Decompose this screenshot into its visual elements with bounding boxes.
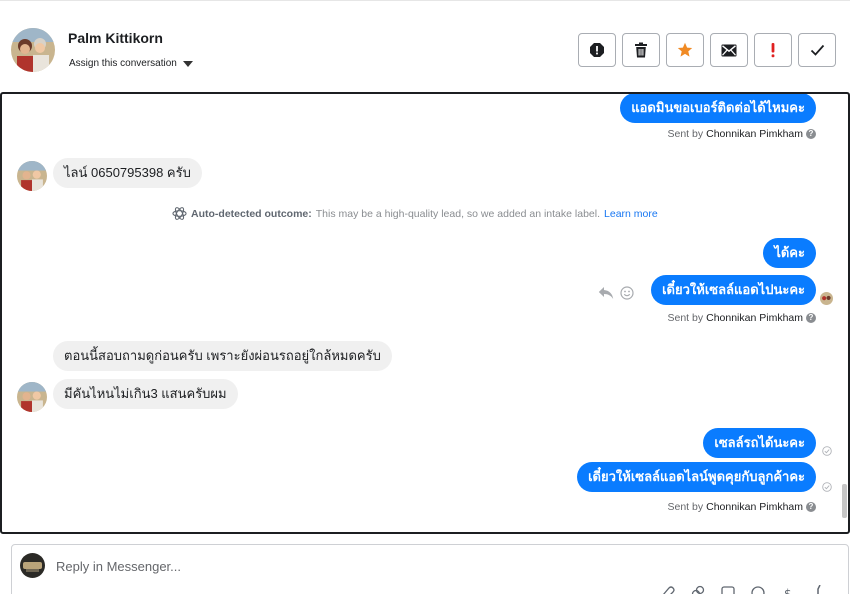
sent-by-label: Sent by Chonnikan Pimkham ? xyxy=(667,312,816,324)
inbox-app: Palm Kittikorn Assign this conversation xyxy=(0,0,850,594)
link-icon[interactable] xyxy=(690,585,706,594)
star-icon xyxy=(677,42,693,57)
seen-avatar xyxy=(820,292,833,305)
notice-body: This may be a high-quality lead, so we a… xyxy=(315,207,601,220)
notice-title: Auto-detected outcome: xyxy=(191,207,312,220)
message-thread[interactable]: แอดมินขอเบอร์ติดต่อได้ไหมคะ Sent by Chon… xyxy=(0,92,850,534)
message-hover-actions xyxy=(598,286,634,300)
star-button[interactable] xyxy=(666,33,704,67)
mark-done-button[interactable] xyxy=(798,33,836,67)
incoming-message[interactable]: ไลน์ 0650795398 ครับ xyxy=(53,158,202,188)
contact-avatar-small[interactable] xyxy=(17,161,47,191)
conversation-actions xyxy=(578,33,836,67)
atom-icon xyxy=(172,207,187,220)
reply-icon[interactable] xyxy=(598,286,614,300)
sender-name[interactable]: Chonnikan Pimkham xyxy=(706,128,803,140)
sent-by-prefix: Sent by xyxy=(667,501,704,513)
learn-more-link[interactable]: Learn more xyxy=(604,208,658,220)
assign-label: Assign this conversation xyxy=(69,58,177,69)
help-icon[interactable]: ? xyxy=(806,129,816,139)
assign-conversation-dropdown[interactable]: Assign this conversation xyxy=(69,58,193,69)
mark-spam-button[interactable] xyxy=(578,33,616,67)
reply-box[interactable]: $ xyxy=(11,544,849,594)
reply-toolbar: $ xyxy=(660,585,826,594)
sender-name[interactable]: Chonnikan Pimkham xyxy=(706,312,803,324)
incoming-message[interactable]: มีคันไหนไม่เกิน3 แสนครับผม xyxy=(53,379,238,409)
sent-by-prefix: Sent by xyxy=(667,128,704,140)
emoji-icon[interactable] xyxy=(620,286,634,300)
emoji-icon[interactable] xyxy=(750,585,766,594)
scroll-thumb[interactable] xyxy=(842,484,847,518)
sent-by-prefix: Sent by xyxy=(667,312,704,324)
outgoing-message[interactable]: แอดมินขอเบอร์ติดต่อได้ไหมคะ xyxy=(620,94,816,123)
reply-input[interactable] xyxy=(56,559,656,574)
outgoing-message[interactable]: เดี๋ยวให้เซลล์แอดไปนะคะ xyxy=(651,275,816,305)
thread-scrollbar[interactable] xyxy=(839,94,848,532)
check-icon xyxy=(810,44,824,56)
spam-icon xyxy=(590,43,604,57)
delete-button[interactable] xyxy=(622,33,660,67)
follow-up-button[interactable] xyxy=(754,33,792,67)
sent-by-label: Sent by Chonnikan Pimkham ? xyxy=(667,128,816,140)
trash-icon xyxy=(635,42,647,58)
page-avatar xyxy=(20,553,45,578)
outgoing-message[interactable]: ได้คะ xyxy=(763,238,816,268)
svg-text:$: $ xyxy=(784,587,792,594)
delivered-check-icon xyxy=(822,446,832,456)
contact-name[interactable]: Palm Kittikorn xyxy=(68,30,163,46)
sent-by-label: Sent by Chonnikan Pimkham ? xyxy=(667,501,816,513)
payment-icon[interactable]: $ xyxy=(780,585,796,594)
outgoing-message[interactable]: เซลล์รถได้นะคะ xyxy=(703,428,816,458)
contact-avatar-small[interactable] xyxy=(17,382,47,412)
sender-name[interactable]: Chonnikan Pimkham xyxy=(706,501,803,513)
conversation-header: Palm Kittikorn Assign this conversation xyxy=(0,0,850,93)
exclamation-icon xyxy=(771,43,775,58)
outgoing-message[interactable]: เดี๋ยวให้เซลล์แอดไลน์พูดคุยกับลูกค้าคะ xyxy=(577,462,816,492)
mark-unread-button[interactable] xyxy=(710,33,748,67)
help-icon[interactable]: ? xyxy=(806,313,816,323)
attachment-icon[interactable] xyxy=(660,585,676,594)
contact-avatar[interactable] xyxy=(11,28,55,72)
like-icon[interactable] xyxy=(810,585,826,594)
incoming-message[interactable]: ตอนนี้สอบถามดูก่อนครับ เพราะยังผ่อนรถอยู… xyxy=(53,341,392,371)
saved-reply-icon[interactable] xyxy=(720,585,736,594)
help-icon[interactable]: ? xyxy=(806,502,816,512)
caret-down-icon xyxy=(182,60,193,67)
auto-detected-outcome-notice: Auto-detected outcome: This may be a hig… xyxy=(172,206,658,221)
envelope-icon xyxy=(721,44,737,56)
delivered-check-icon xyxy=(822,482,832,492)
